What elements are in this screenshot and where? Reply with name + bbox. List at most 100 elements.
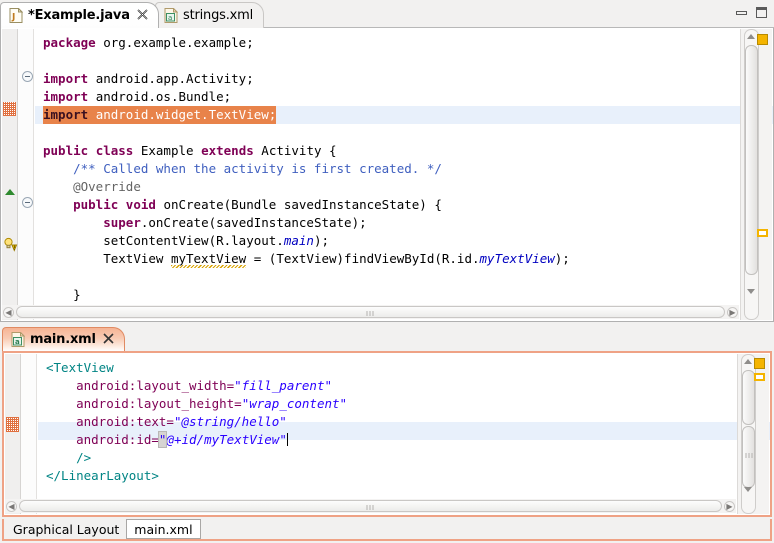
scroll-left-icon[interactable]: ◀: [3, 307, 14, 318]
scroll-right-icon[interactable]: ▶: [724, 501, 735, 512]
overview-marker-warning[interactable]: [754, 373, 765, 381]
bookmark-checker-marker[interactable]: [3, 102, 16, 116]
value-id-mytextview: @+id/myTextView: [166, 432, 280, 447]
xml-horizontal-scrollbar[interactable]: ◀ ▶: [5, 499, 736, 513]
xml-source-code[interactable]: <TextView android:layout_width="fill_par…: [38, 354, 770, 485]
java-file-icon: J: [9, 7, 24, 23]
xml-folding-column[interactable]: [21, 354, 37, 514]
code-line: import android.os.Bundle;: [43, 88, 773, 106]
overview-marker-bookmark[interactable]: [754, 358, 765, 369]
svg-text:a: a: [15, 338, 20, 346]
window-controls: [735, 6, 768, 19]
xml-close-tag: </LinearLayout>: [46, 468, 159, 483]
textview-decl-end: );: [554, 251, 570, 266]
scroll-up-icon[interactable]: [744, 359, 752, 364]
code-line: <TextView: [46, 359, 770, 377]
code-line: public class Example extends Activity {: [43, 142, 773, 160]
tab-example-java[interactable]: J *Example.java: [0, 2, 159, 28]
setcontentview-call: setContentView(R.layout.: [103, 233, 284, 248]
keyword-super: super: [103, 215, 141, 230]
scroll-down-icon[interactable]: [744, 487, 752, 492]
override-indicator-icon: [5, 189, 15, 195]
scrollbar-grip: [366, 311, 375, 316]
tab-strings-xml[interactable]: a strings.xml: [155, 2, 264, 28]
scroll-down-icon[interactable]: [747, 289, 755, 294]
javadoc-comment: /** Called when the activity is first cr…: [73, 161, 442, 176]
folding-collapse-icon[interactable]: [22, 197, 33, 208]
overview-marker-bookmark[interactable]: [757, 34, 768, 45]
keyword-import: import: [43, 89, 89, 104]
keyword-public: public: [43, 143, 89, 158]
svg-text:!: !: [13, 246, 15, 252]
scroll-up-icon[interactable]: [747, 34, 755, 39]
java-folding-column[interactable]: [18, 29, 34, 320]
findviewbyid-call: = (TextView)findViewById(R.id.: [246, 251, 480, 266]
scrollbar-grip: [745, 453, 752, 458]
super-call: .onCreate(savedInstanceState);: [140, 215, 367, 230]
code-line: android:layout_height="wrap_content": [46, 395, 770, 413]
java-source-code[interactable]: package org.example.example; import andr…: [35, 29, 773, 321]
tab-main-xml-source[interactable]: main.xml: [126, 519, 201, 539]
value-fill-parent: "fill_parent": [234, 378, 332, 393]
import-activity: android.app.Activity;: [95, 71, 254, 86]
annotation-override: @Override: [73, 179, 141, 194]
folding-collapse-icon[interactable]: [22, 71, 33, 82]
xml-vertical-scrollbar[interactable]: [737, 354, 769, 514]
scrollbar-thumb[interactable]: [745, 45, 758, 275]
value-wrap-content: "wrap_content": [241, 396, 348, 411]
tab-label: *Example.java: [28, 8, 130, 23]
java-vertical-scrollbar[interactable]: [740, 29, 772, 320]
overview-marker-warning[interactable]: [757, 229, 768, 237]
tab-graphical-layout[interactable]: Graphical Layout: [6, 519, 126, 539]
java-annotation-gutter[interactable]: !: [2, 29, 18, 320]
xml-self-close: />: [76, 450, 92, 465]
svg-text:J: J: [11, 13, 15, 23]
eclipse-window: J *Example.java a strings.xml ! package …: [0, 0, 774, 543]
scroll-right-icon[interactable]: ▶: [727, 307, 738, 318]
tab-main-xml[interactable]: a main.xml: [2, 327, 125, 351]
text-cursor: [286, 433, 288, 446]
bookmark-checker-marker[interactable]: [6, 417, 19, 432]
code-line: package org.example.example;: [43, 34, 773, 52]
hscroll-thumb[interactable]: [16, 306, 725, 318]
maximize-icon[interactable]: [755, 6, 768, 19]
close-icon[interactable]: [137, 9, 148, 22]
code-line: </LinearLayout>: [46, 467, 770, 485]
attr-id: android:id=: [76, 432, 159, 447]
keyword-package: package: [43, 35, 96, 50]
scroll-left-icon[interactable]: ◀: [6, 501, 17, 512]
code-line-highlighted: android:id="@+id/myTextView": [46, 431, 770, 449]
xml-code-area[interactable]: <TextView android:layout_width="fill_par…: [38, 354, 770, 515]
scrollbar-thumb[interactable]: [742, 426, 755, 488]
java-editor-pane: ! package org.example.example; import an…: [0, 28, 774, 322]
code-line: />: [46, 449, 770, 467]
minimize-icon[interactable]: [735, 6, 748, 19]
value-string-hello: "@string/hello": [173, 414, 287, 429]
tab-label: strings.xml: [183, 8, 253, 23]
close-icon[interactable]: [103, 333, 114, 346]
xml-file-icon: a: [11, 331, 26, 347]
keyword-void: void: [125, 197, 156, 212]
code-line: }: [43, 286, 773, 304]
code-line-highlighted: import android.widget.TextView;: [43, 106, 773, 124]
svg-text:a: a: [168, 14, 172, 22]
xml-annotation-gutter[interactable]: [5, 354, 21, 514]
code-line: TextView myTextView = (TextView)findView…: [43, 250, 773, 268]
code-line: /** Called when the activity is first cr…: [43, 160, 773, 178]
keyword-import: import: [43, 107, 89, 122]
variable-mytextview: myTextView: [170, 251, 247, 266]
quickfix-warning-bulb-icon[interactable]: !: [3, 237, 18, 252]
code-line: super.onCreate(savedInstanceState);: [43, 214, 773, 232]
id-field-mytextview: myTextView: [479, 251, 555, 266]
code-line: import android.app.Activity;: [43, 70, 773, 88]
xml-file-icon: a: [164, 7, 179, 23]
highlighted-import-token: import android.widget.TextView;: [43, 106, 277, 124]
value-id-close-quote: ": [279, 432, 287, 447]
code-line: public void onCreate(Bundle savedInstanc…: [43, 196, 773, 214]
java-code-area[interactable]: package org.example.example; import andr…: [35, 29, 773, 321]
keyword-import: import: [43, 71, 89, 86]
java-horizontal-scrollbar[interactable]: ◀ ▶: [2, 305, 739, 319]
hscroll-thumb[interactable]: [19, 500, 722, 512]
